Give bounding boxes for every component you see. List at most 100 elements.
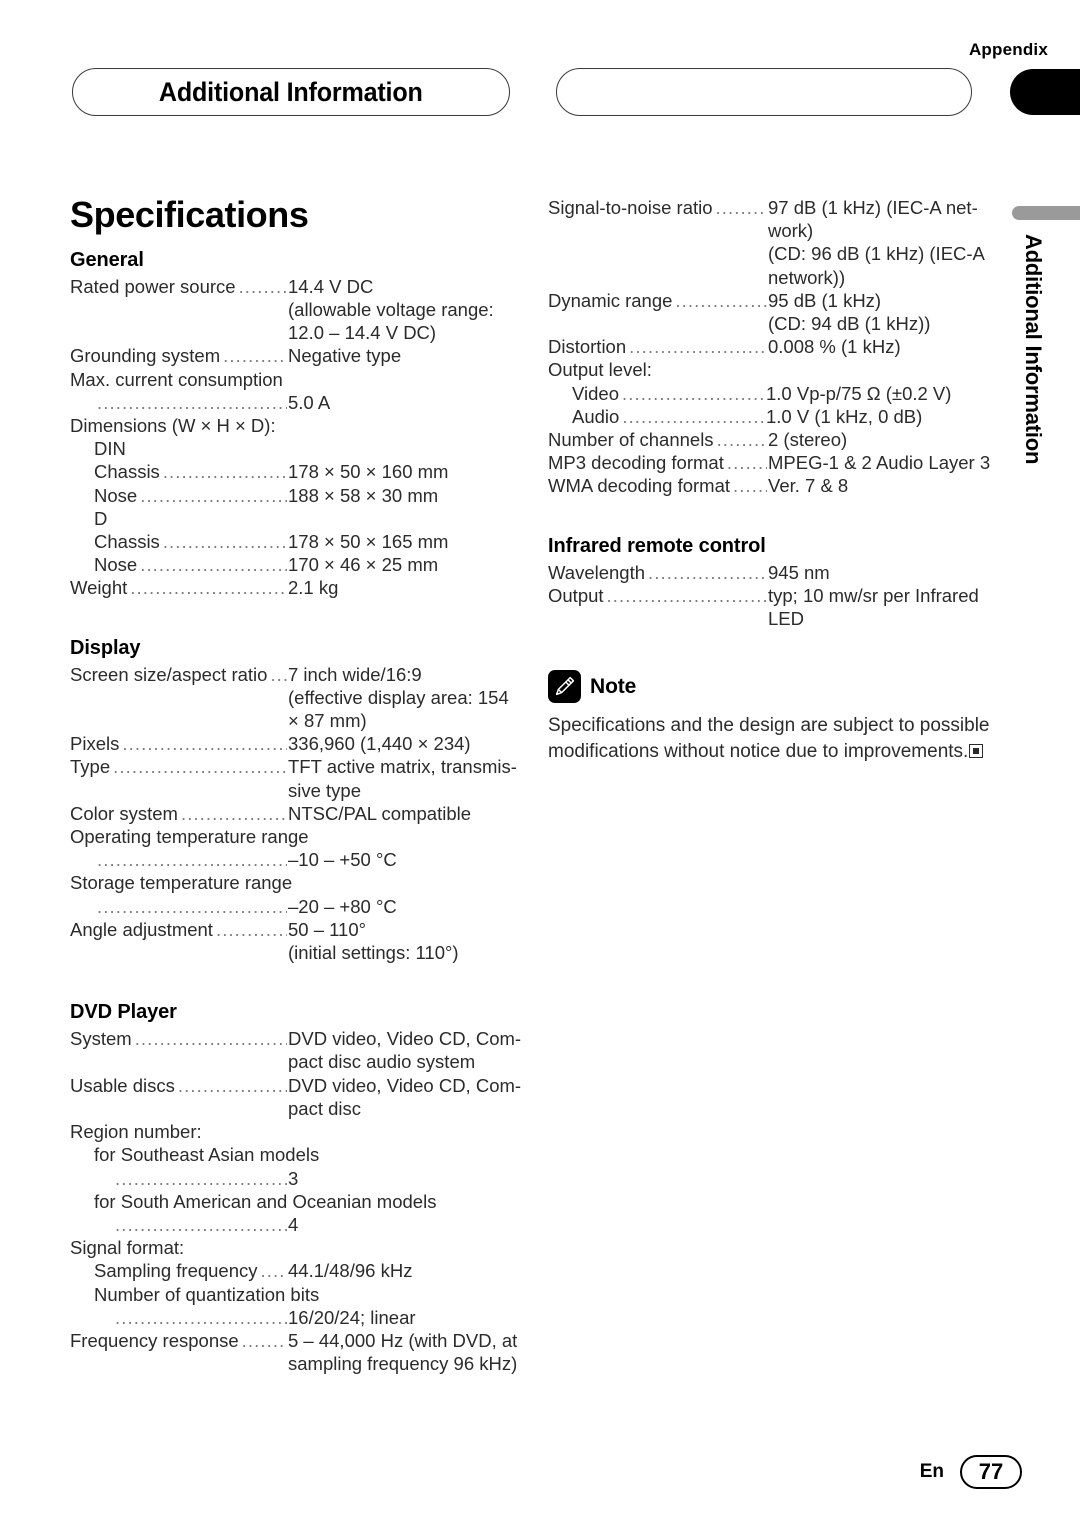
dotted-leader: ........................................… bbox=[122, 733, 287, 755]
spec-value: 14.4 V DC bbox=[288, 275, 374, 297]
spec-value: 170 × 46 × 25 mm bbox=[288, 554, 439, 576]
spec-value: 945 nm bbox=[768, 561, 830, 583]
dotted-leader: ........................................… bbox=[180, 802, 287, 824]
spec-value: 336,960 (1,440 × 234) bbox=[288, 733, 471, 755]
spec-value: NTSC/PAL compatible bbox=[288, 802, 472, 824]
page-title: Specifications bbox=[70, 194, 309, 235]
spec-value-continuation: sive type bbox=[288, 779, 362, 801]
spec-label: Signal-to-noise ratio bbox=[548, 197, 713, 218]
spec-row: Grounding system........................… bbox=[70, 344, 522, 367]
spec-row: Usable discs............................… bbox=[70, 1074, 522, 1097]
dotted-leader: ........................................… bbox=[238, 275, 287, 297]
spec-value: 178 × 50 × 165 mm bbox=[288, 531, 449, 553]
footer-language: En bbox=[919, 1461, 944, 1482]
spec-value-continuation: 12.0 – 14.4 V DC) bbox=[288, 322, 437, 344]
spec-label: Dynamic range bbox=[548, 289, 673, 311]
spec-value: DVD video, Video CD, Com- bbox=[288, 1074, 522, 1096]
spec-value: 5.0 A bbox=[288, 391, 331, 413]
spec-label: System bbox=[70, 1028, 132, 1050]
spec-row: Number of channels......................… bbox=[548, 428, 1000, 451]
spec-row: Frequency response......................… bbox=[70, 1329, 522, 1352]
spec-label: Video bbox=[572, 382, 619, 404]
spec-value: typ; 10 mw/sr per Infrared bbox=[768, 584, 979, 606]
spec-row: Sampling frequency......................… bbox=[70, 1259, 522, 1282]
right-column: Signal-to-noise ratio...................… bbox=[548, 196, 1000, 764]
dotted-leader: ........................................… bbox=[648, 561, 767, 583]
spec-value: 3 bbox=[288, 1167, 299, 1189]
spec-label: Screen size/aspect ratio bbox=[70, 663, 268, 685]
spec-label: Chassis bbox=[94, 531, 160, 553]
spec-value: 5 – 44,000 Hz (with DVD, at bbox=[288, 1329, 518, 1351]
spec-value: 44.1/48/96 kHz bbox=[288, 1260, 413, 1282]
note-title: Note bbox=[590, 674, 637, 698]
spec-label: Grounding system bbox=[70, 345, 221, 367]
dotted-leader: ........................................… bbox=[134, 1028, 287, 1050]
dotted-leader: ........................................… bbox=[223, 345, 287, 367]
spec-label-line: for South American and Oceanian models bbox=[94, 1190, 437, 1212]
spec-row: ........................................… bbox=[70, 848, 522, 871]
left-column: Specifications General Rated power sourc… bbox=[70, 196, 522, 1375]
pencil-icon bbox=[548, 670, 581, 704]
spec-value-continuation: pact disc bbox=[288, 1097, 362, 1119]
spec-row: WMA decoding format.....................… bbox=[548, 474, 1000, 497]
black-edge-tab bbox=[1010, 69, 1080, 115]
end-mark-icon bbox=[969, 743, 984, 758]
spec-row: Video...................................… bbox=[548, 382, 1000, 405]
spec-value: 188 × 58 × 30 mm bbox=[288, 484, 439, 506]
spec-row: Type....................................… bbox=[70, 755, 522, 778]
spec-value-continuation: sampling frequency 96 kHz) bbox=[288, 1353, 518, 1375]
spec-value-continuation: pact disc audio system bbox=[288, 1051, 476, 1073]
spec-row: ........................................… bbox=[70, 1167, 522, 1190]
spec-value-continuation: (CD: 94 dB (1 kHz)) bbox=[768, 313, 931, 335]
footer: En 77 bbox=[920, 1455, 1022, 1489]
dotted-leader: ........................................… bbox=[130, 577, 287, 599]
spec-value: 95 dB (1 kHz) bbox=[768, 289, 882, 311]
dotted-leader: ........................................… bbox=[606, 584, 767, 606]
spec-row: Signal-to-noise ratio...................… bbox=[548, 196, 1000, 219]
dotted-leader: ........................................… bbox=[215, 918, 287, 940]
spec-list-general: Rated power source......................… bbox=[70, 275, 522, 600]
dotted-leader: ........................................… bbox=[140, 554, 287, 576]
dotted-leader: ........................................… bbox=[726, 452, 767, 474]
spec-value-continuation: LED bbox=[768, 608, 804, 630]
spec-value: –10 – +50 °C bbox=[288, 849, 397, 871]
spec-row: Dynamic range...........................… bbox=[548, 289, 1000, 312]
dotted-leader: ........................................… bbox=[97, 391, 287, 413]
spec-row: Rated power source......................… bbox=[70, 275, 522, 298]
section-heading-display: Display bbox=[70, 636, 141, 659]
spec-label-line: DIN bbox=[94, 438, 126, 460]
dotted-leader: ........................................… bbox=[97, 849, 287, 871]
section-heading-general: General bbox=[70, 248, 144, 271]
section-heading-dvd-player: DVD Player bbox=[70, 1001, 177, 1024]
dotted-leader: ........................................… bbox=[113, 756, 287, 778]
spec-row: ........................................… bbox=[70, 391, 522, 414]
spec-value: 2.1 kg bbox=[288, 577, 339, 599]
spec-label: Number of channels bbox=[548, 429, 714, 451]
dotted-leader: ........................................… bbox=[621, 382, 765, 404]
side-tab-bar bbox=[1012, 206, 1080, 220]
spec-value: –20 – +80 °C bbox=[288, 895, 397, 917]
spec-row: Chassis.................................… bbox=[70, 530, 522, 553]
dotted-leader: ........................................… bbox=[733, 475, 767, 497]
dotted-leader: ........................................… bbox=[675, 289, 767, 311]
spec-list-dvd-player: System..................................… bbox=[70, 1027, 522, 1375]
dotted-leader: ........................................… bbox=[716, 429, 767, 451]
spec-row: ........................................… bbox=[70, 1213, 522, 1236]
spec-value-continuation: (effective display area: 154 bbox=[288, 686, 509, 708]
spec-row: System..................................… bbox=[70, 1027, 522, 1050]
note-header: Note bbox=[548, 670, 1000, 704]
spec-row: Nose....................................… bbox=[70, 553, 522, 576]
spec-value: 178 × 50 × 160 mm bbox=[288, 461, 449, 483]
spec-value: DVD video, Video CD, Com- bbox=[288, 1028, 522, 1050]
dotted-leader: ........................................… bbox=[177, 1074, 287, 1096]
spec-value-continuation: (allowable voltage range: bbox=[288, 299, 494, 320]
spec-row: Color system............................… bbox=[70, 802, 522, 825]
spec-value: 0.008 % (1 kHz) bbox=[768, 336, 901, 358]
spec-label: Frequency response bbox=[70, 1329, 239, 1351]
spec-label-line: Number of quantization bits bbox=[94, 1283, 320, 1305]
spec-value-continuation: (CD: 96 dB (1 kHz) (IEC-A bbox=[768, 243, 985, 265]
spec-value: Negative type bbox=[288, 345, 402, 367]
note-block: Note Specifications and the design are s… bbox=[548, 670, 1000, 764]
chapter-title-pill: Additional Information bbox=[72, 68, 510, 116]
spec-value-continuation: network)) bbox=[768, 266, 846, 288]
